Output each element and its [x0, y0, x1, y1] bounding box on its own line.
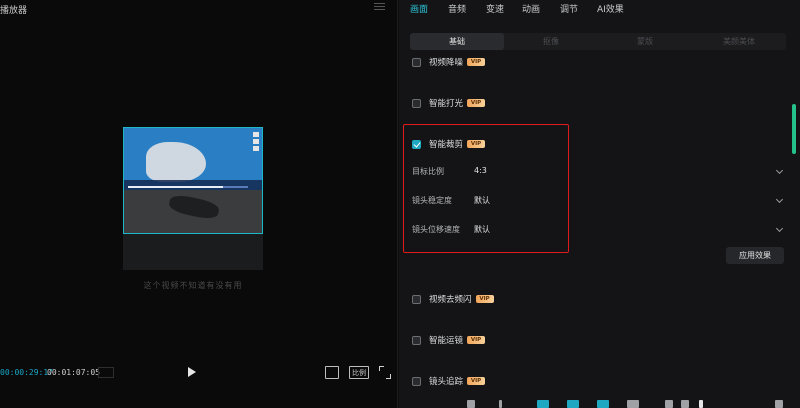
zoom-out-icon[interactable] — [665, 400, 673, 408]
vip-badge: VIP — [467, 377, 486, 385]
tab-ai-effects[interactable]: AI效果 — [597, 0, 624, 15]
preview-axis-icon[interactable] — [597, 400, 609, 408]
subtab-keying[interactable]: 抠像 — [504, 33, 598, 50]
more-icon[interactable] — [775, 400, 783, 408]
zoom-slider-handle[interactable] — [699, 400, 703, 408]
vip-badge: VIP — [475, 295, 494, 303]
magic-icon[interactable] — [467, 400, 475, 408]
subtab-beauty[interactable]: 美颜美体 — [692, 33, 786, 50]
fullscreen-icon[interactable] — [379, 366, 391, 379]
option-smart-motion[interactable]: 智能运镜 VIP — [412, 334, 486, 346]
vip-badge: VIP — [467, 336, 486, 344]
sub-tabs: 基础 抠像 蒙版 美颜美体 — [410, 33, 786, 50]
focus-icon[interactable] — [325, 366, 339, 379]
timeline-toolbar — [399, 398, 800, 408]
checkbox[interactable] — [412, 376, 421, 386]
checkbox[interactable] — [412, 335, 421, 345]
tab-adjust[interactable]: 调节 — [560, 0, 578, 15]
option-video-denoise[interactable]: 视频降噪 VIP — [412, 56, 486, 68]
tab-audio[interactable]: 音频 — [448, 0, 466, 15]
option-video-deflicker[interactable]: 视频去频闪 VIP — [412, 293, 494, 305]
video-preview-area — [123, 127, 263, 270]
option-label: 镜头追踪 — [429, 377, 464, 387]
player-panel: 播放器 这个视频不知道有没有用 00:00:29:17 00:01:07:05 … — [0, 0, 398, 408]
chevron-down-icon — [775, 166, 784, 175]
option-lens-track[interactable]: 镜头追踪 VIP — [412, 375, 486, 387]
menu-icon[interactable] — [374, 3, 385, 11]
tab-picture[interactable]: 画面 — [410, 0, 428, 15]
tab-speed[interactable]: 变速 — [486, 0, 504, 15]
zoom-in-icon[interactable] — [681, 400, 689, 408]
option-label: 视频降噪 — [429, 58, 464, 68]
subtab-mask[interactable]: 蒙版 — [598, 33, 692, 50]
subtab-basic[interactable]: 基础 — [410, 33, 504, 50]
audio-icon[interactable] — [627, 400, 639, 408]
video-frame[interactable] — [123, 127, 263, 234]
play-icon[interactable] — [188, 367, 196, 377]
tab-animation[interactable]: 动画 — [522, 0, 540, 15]
highlight-box — [403, 124, 569, 253]
option-label: 视频去频闪 — [429, 295, 472, 305]
embedded-progress-bar — [128, 186, 248, 188]
scrollbar-thumb[interactable] — [792, 104, 796, 154]
vip-badge: VIP — [467, 58, 486, 66]
checkbox[interactable] — [412, 57, 421, 67]
snap-icon[interactable] — [537, 400, 549, 408]
timecode-toggle[interactable] — [98, 367, 114, 378]
split-icon[interactable] — [499, 400, 502, 408]
vip-badge: VIP — [467, 99, 486, 107]
chevron-down-icon — [775, 195, 784, 204]
ratio-button[interactable]: 比例 — [349, 366, 369, 379]
player-title: 播放器 — [0, 6, 28, 16]
video-subtitle: 这个视频不知道有没有用 — [143, 281, 243, 290]
checkbox[interactable] — [412, 294, 421, 304]
link-icon[interactable] — [567, 400, 579, 408]
time-total: 00:01:07:05 — [47, 368, 100, 377]
embedded-side-icons — [253, 132, 259, 156]
time-current: 00:00:29:17 — [0, 368, 53, 377]
chevron-down-icon — [775, 224, 784, 233]
option-smart-light[interactable]: 智能打光 VIP — [412, 97, 486, 109]
option-label: 智能打光 — [429, 99, 464, 109]
checkbox[interactable] — [412, 98, 421, 108]
apply-effect-button[interactable]: 应用效果 — [726, 247, 784, 264]
option-label: 智能运镜 — [429, 336, 464, 346]
